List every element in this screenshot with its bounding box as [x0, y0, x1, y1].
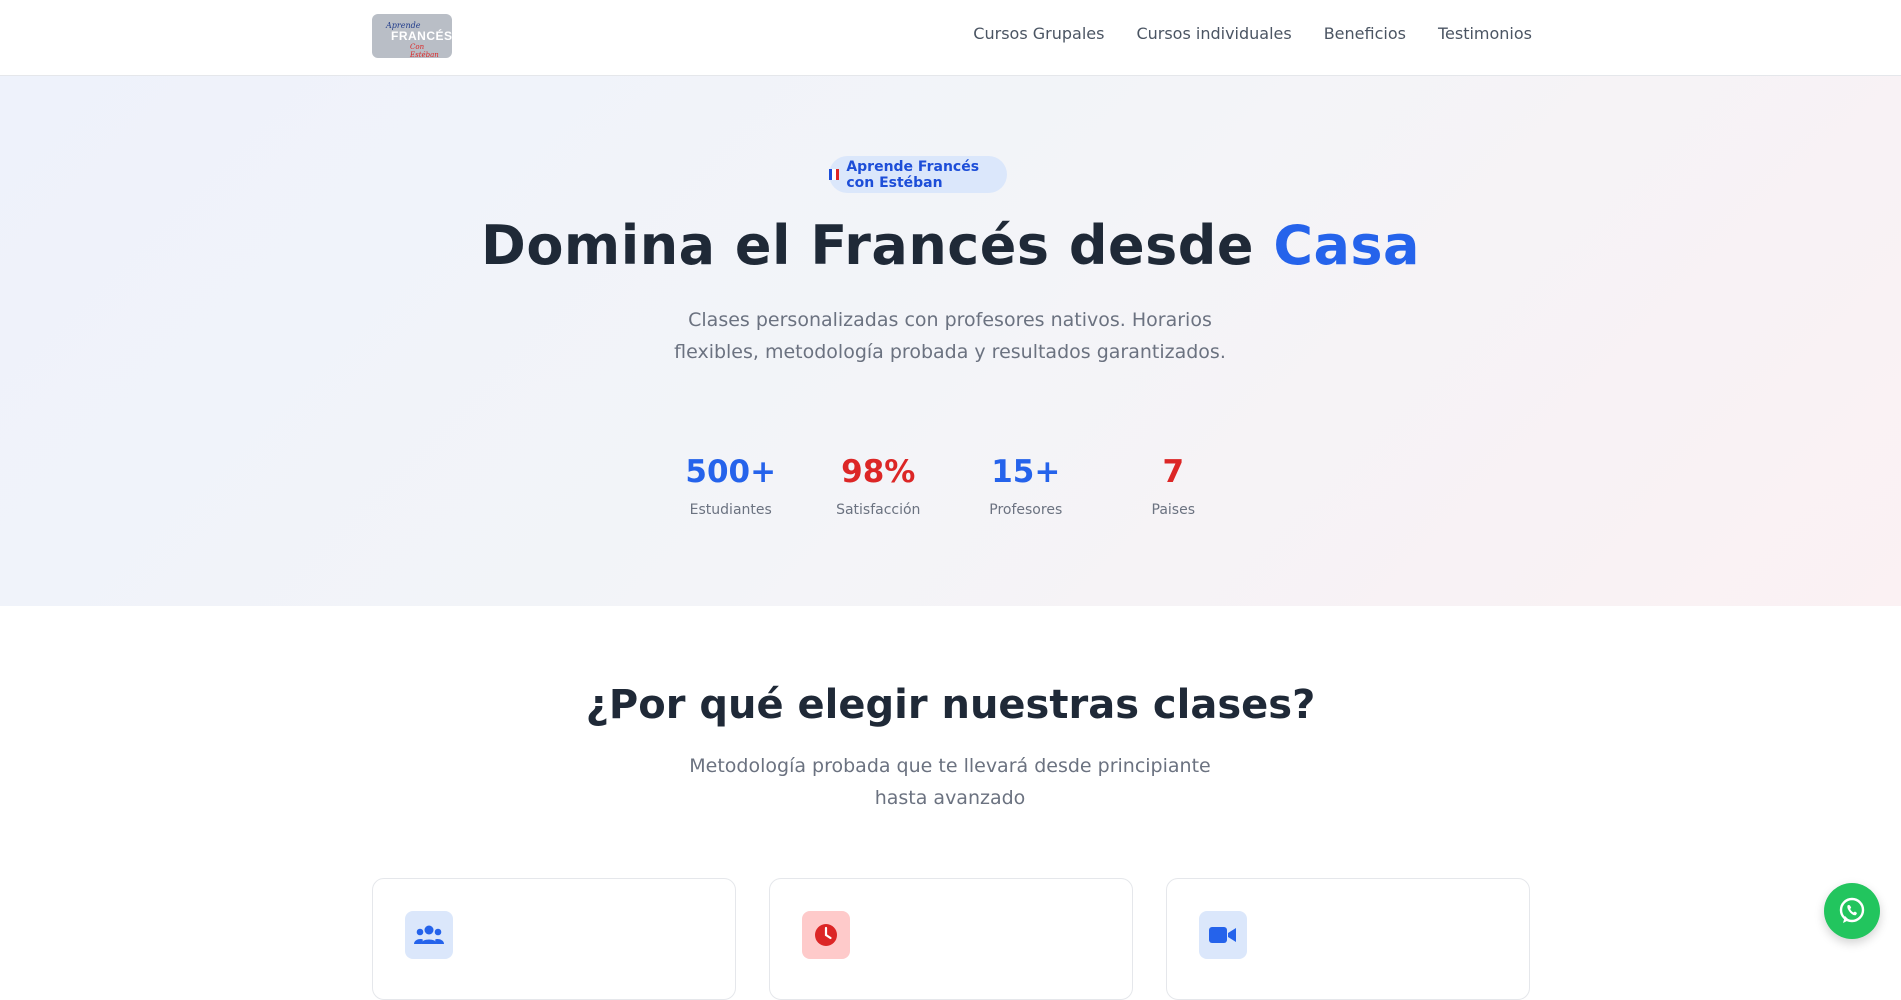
site-logo[interactable]: Aprende FRANCÉS Con Estéban [372, 14, 452, 58]
hero-badge-text: Aprende Francés con Estéban [846, 158, 980, 191]
stat-value: 98% [841, 454, 916, 490]
hero-section: Aprende Francés con Estéban Domina el Fr… [0, 76, 1901, 606]
logo-line-2: FRANCÉS [391, 29, 452, 43]
whatsapp-button[interactable] [1824, 883, 1880, 939]
hero-title-main: Domina el Francés desde [481, 214, 1274, 277]
logo-line-3: Con Estéban [410, 43, 439, 58]
users-icon [405, 911, 453, 959]
hero-subtitle: Clases personalizadas con profesores nat… [674, 309, 1226, 363]
stat-value: 500+ [685, 454, 777, 490]
feature-card-online-video [1166, 878, 1530, 1000]
main-nav: Cursos Grupales Cursos individuales Bene… [973, 24, 1532, 43]
stat-estudiantes: 500+ Estudiantes [657, 452, 805, 518]
stat-label: Profesores [989, 502, 1063, 518]
stat-satisfaccion: 98% Satisfacción [805, 452, 953, 518]
video-icon [1199, 911, 1247, 959]
feature-card-flexible-hours [769, 878, 1133, 1000]
hero-badge: Aprende Francés con Estéban [829, 156, 1007, 193]
stat-label: Estudiantes [689, 502, 772, 518]
whatsapp-icon [1839, 897, 1865, 923]
nav-link-cursos-individuales[interactable]: Cursos individuales [1136, 24, 1291, 43]
stat-value: 15+ [991, 454, 1061, 490]
nav-link-cursos-grupales[interactable]: Cursos Grupales [973, 24, 1104, 43]
hero-title: Domina el Francés desde Casa [0, 214, 1901, 277]
stat-paises: 7 Paises [1100, 452, 1248, 518]
stat-profesores: 15+ Profesores [952, 452, 1100, 518]
france-flag-icon [829, 169, 840, 180]
hero-title-accent: Casa [1273, 214, 1420, 277]
stat-label: Satisfacción [836, 502, 921, 518]
stat-label: Paises [1151, 502, 1195, 518]
stats-row: 500+ Estudiantes 98% Satisfacción 15+ Pr… [657, 452, 1247, 518]
clock-icon [802, 911, 850, 959]
feature-card-group-classes [372, 878, 736, 1000]
stat-value: 7 [1162, 454, 1185, 490]
site-header: Aprende FRANCÉS Con Estéban Cursos Grupa… [0, 0, 1901, 76]
why-section-subtitle: Metodología probada que te llevará desde… [689, 755, 1211, 809]
nav-link-beneficios[interactable]: Beneficios [1324, 24, 1406, 43]
nav-link-testimonios[interactable]: Testimonios [1438, 24, 1532, 43]
why-section-title: ¿Por qué elegir nuestras clases? [585, 682, 1316, 728]
